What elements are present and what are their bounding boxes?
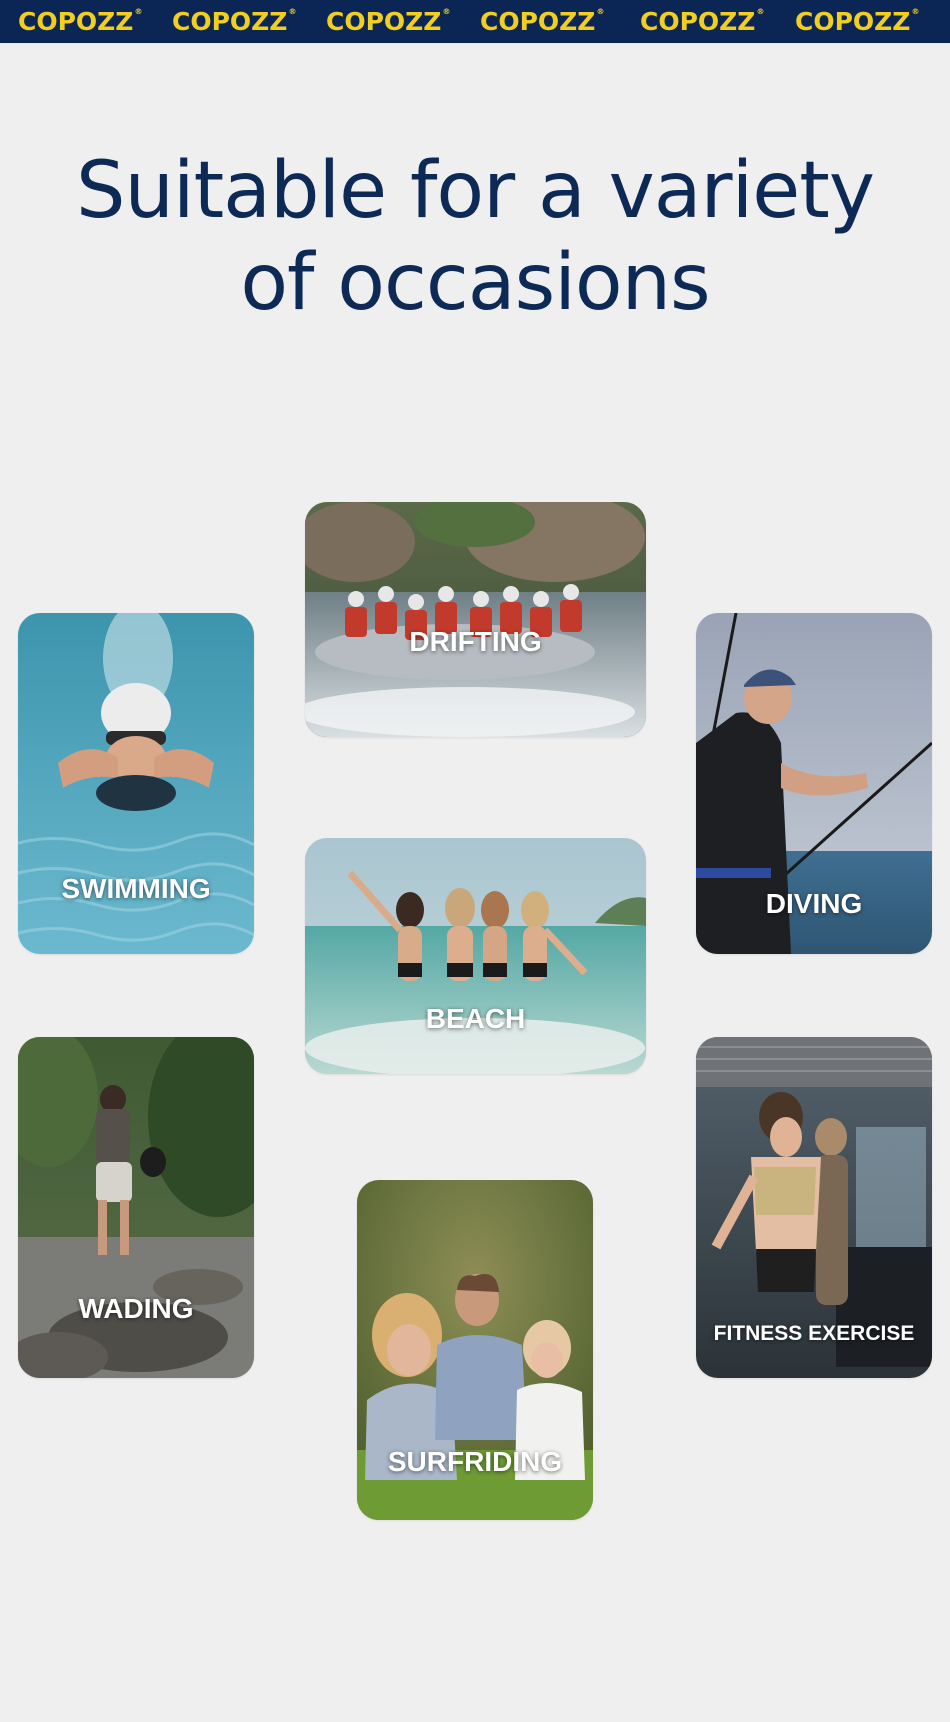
occasion-label: FITNESS EXERCISE [713,1322,915,1345]
brand-bar: COPOZZ® COPOZZ® COPOZZ® COPOZZ® COPOZZ® … [0,0,950,43]
drifting-image [305,502,646,737]
occasion-label: DIVING [765,888,863,919]
occasion-card-wading[interactable]: WADING [18,1037,254,1378]
occasion-label: SURFRIDING [387,1446,563,1477]
brand-logo-text: COPOZZ [18,7,134,36]
registered-mark: ® [596,7,605,16]
occasion-card-swimming[interactable]: SWIMMING [18,613,254,954]
registered-mark: ® [756,7,765,16]
registered-mark: ® [911,7,920,16]
brand-logo: COPOZZ® [172,7,296,37]
registered-mark: ® [442,7,451,16]
registered-mark: ® [288,7,297,16]
brand-logo: COPOZZ® [18,7,142,37]
wading-image [18,1037,254,1378]
brand-logo: COPOZZ® [640,7,764,37]
occasion-card-surfriding[interactable]: SURFRIDING [357,1180,593,1520]
brand-logo-text: COPOZZ [795,7,911,36]
registered-mark: ® [134,7,143,16]
occasion-card-beach[interactable]: BEACH [305,838,646,1074]
brand-logo-text: COPOZZ [640,7,756,36]
occasion-label: SWIMMING [61,873,211,904]
occasion-card-drifting[interactable]: DRIFTING [305,502,646,737]
occasion-label: WADING [78,1293,194,1324]
beach-image [305,838,646,1074]
occasion-label: DRIFTING [409,626,542,657]
page-title-line-2: of occasions [240,238,710,328]
brand-logo: COPOZZ® [326,7,450,37]
occasion-card-diving[interactable]: DIVING [696,613,932,954]
brand-logo: COPOZZ® [795,7,919,37]
occasion-label: BEACH [425,1003,526,1034]
page-title: Suitable for a variety of occasions [0,145,950,329]
brand-logo-text: COPOZZ [326,7,442,36]
brand-logo-text: COPOZZ [172,7,288,36]
brand-logo-text: COPOZZ [480,7,596,36]
page-title-line-1: Suitable for a variety [75,146,875,236]
occasion-card-fitness-exercise[interactable]: FITNESS EXERCISE [696,1037,932,1378]
brand-logo: COPOZZ® [480,7,604,37]
